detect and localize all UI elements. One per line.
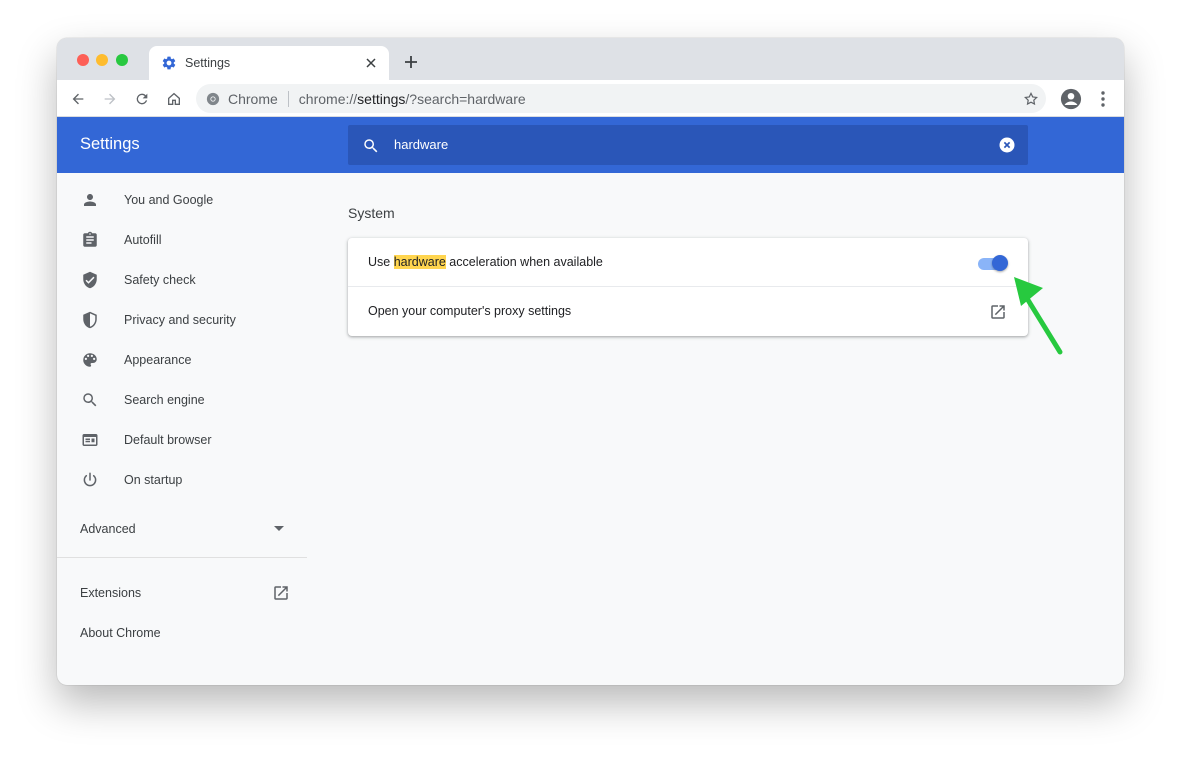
clear-search-icon[interactable] [998, 136, 1016, 154]
hw-label-suffix: acceleration when available [445, 255, 603, 269]
address-bar[interactable]: Chrome chrome://settings/?search=hardwar… [196, 84, 1046, 113]
sidebar-item-label: Autofill [124, 233, 162, 247]
shield-half-icon [81, 311, 99, 329]
sidebar-item-autofill[interactable]: Autofill [57, 220, 307, 260]
sidebar-advanced-toggle[interactable]: Advanced [57, 509, 307, 549]
caret-down-icon [274, 526, 284, 531]
url-scheme: chrome:// [298, 90, 358, 107]
reload-button[interactable] [131, 88, 153, 110]
hardware-acceleration-label: Use hardware acceleration when available [368, 255, 603, 269]
arrow-right-icon [104, 93, 116, 105]
search-icon [81, 391, 99, 409]
minimize-window-button[interactable] [96, 54, 108, 66]
sidebar-item-safety-check[interactable]: Safety check [57, 260, 307, 300]
search-input[interactable]: hardware [394, 137, 448, 152]
settings-header: Settings hardware [57, 117, 1124, 173]
clipboard-icon [81, 231, 99, 249]
search-icon [364, 139, 378, 153]
arrow-left-icon [72, 93, 84, 105]
more-vert-icon [1101, 91, 1105, 107]
extensions-label: Extensions [80, 586, 142, 600]
account-circle-icon [1060, 88, 1082, 110]
origin-chip-label: Chrome [228, 90, 278, 107]
advanced-label: Advanced [80, 522, 136, 536]
plus-icon [405, 56, 417, 68]
url-path: /?search=hardware [405, 90, 526, 107]
proxy-settings-label: Open your computer's proxy settings [368, 304, 572, 318]
sidebar-item-on-startup[interactable]: On startup [57, 460, 307, 500]
settings-sidebar: You and Google Autofill Safety check Pri… [57, 173, 307, 685]
sidebar-item-appearance[interactable]: Appearance [57, 340, 307, 380]
open-in-new-icon [274, 586, 288, 600]
chrome-logo-icon [206, 92, 220, 105]
reload-icon [136, 93, 148, 105]
tab-title: Settings [185, 56, 231, 70]
bookmark-button[interactable] [1020, 88, 1042, 110]
close-window-button[interactable] [77, 54, 89, 66]
profile-button[interactable] [1060, 88, 1082, 110]
sidebar-item-extensions[interactable]: Extensions [57, 573, 307, 613]
sidebar-item-search-engine[interactable]: Search engine [57, 380, 307, 420]
new-tab-button[interactable] [401, 52, 421, 72]
sidebar-item-label: You and Google [124, 193, 214, 207]
star-icon [1024, 91, 1038, 106]
tab-close-icon[interactable] [363, 55, 379, 71]
tab-settings[interactable]: Settings [149, 46, 389, 80]
power-icon [81, 471, 99, 489]
sidebar-item-about-chrome[interactable]: About Chrome [57, 613, 307, 653]
system-settings-card: Use hardware acceleration when available… [348, 238, 1028, 336]
sidebar-item-label: Appearance [124, 353, 192, 367]
menu-button[interactable] [1092, 88, 1114, 110]
omnibox-separator [287, 90, 289, 107]
hardware-acceleration-row[interactable]: Use hardware acceleration when available [348, 238, 1028, 287]
page-title: Settings [80, 135, 140, 153]
sidebar-item-label: Default browser [124, 433, 212, 447]
open-in-new-icon[interactable] [989, 303, 1007, 321]
home-icon [168, 92, 180, 105]
maximize-window-button[interactable] [116, 54, 128, 66]
browser-window-icon [81, 431, 99, 449]
shield-check-icon [81, 271, 99, 289]
back-button[interactable] [67, 88, 89, 110]
sidebar-item-label: On startup [124, 473, 183, 487]
sidebar-item-label: Search engine [124, 393, 205, 407]
about-chrome-label: About Chrome [80, 626, 161, 640]
search-highlight: hardware [393, 255, 446, 269]
proxy-settings-row[interactable]: Open your computer's proxy settings [348, 287, 1028, 336]
sidebar-item-label: Safety check [124, 273, 196, 287]
gear-icon [162, 56, 176, 70]
url-text: chrome://settings/?search=hardware [299, 91, 526, 107]
toggle-knob [992, 255, 1008, 271]
sidebar-divider [57, 557, 307, 558]
palette-icon [81, 351, 99, 369]
sidebar-item-privacy-and-security[interactable]: Privacy and security [57, 300, 307, 340]
sidebar-item-you-and-google[interactable]: You and Google [57, 180, 307, 220]
browser-window: Settings Chrome chrome://settings/?searc… [57, 38, 1124, 685]
browser-toolbar: Chrome chrome://settings/?search=hardwar… [57, 80, 1124, 117]
hardware-acceleration-toggle[interactable] [976, 254, 1008, 272]
home-button[interactable] [163, 88, 185, 110]
sidebar-item-label: Privacy and security [124, 313, 236, 327]
tab-strip: Settings [57, 38, 1124, 80]
url-host: settings [357, 90, 406, 107]
person-icon [81, 191, 99, 209]
settings-search-box[interactable]: hardware [348, 125, 1028, 165]
section-title-system: System [348, 205, 395, 221]
sidebar-item-default-browser[interactable]: Default browser [57, 420, 307, 460]
hw-label-prefix: Use [368, 255, 394, 269]
forward-button[interactable] [99, 88, 121, 110]
